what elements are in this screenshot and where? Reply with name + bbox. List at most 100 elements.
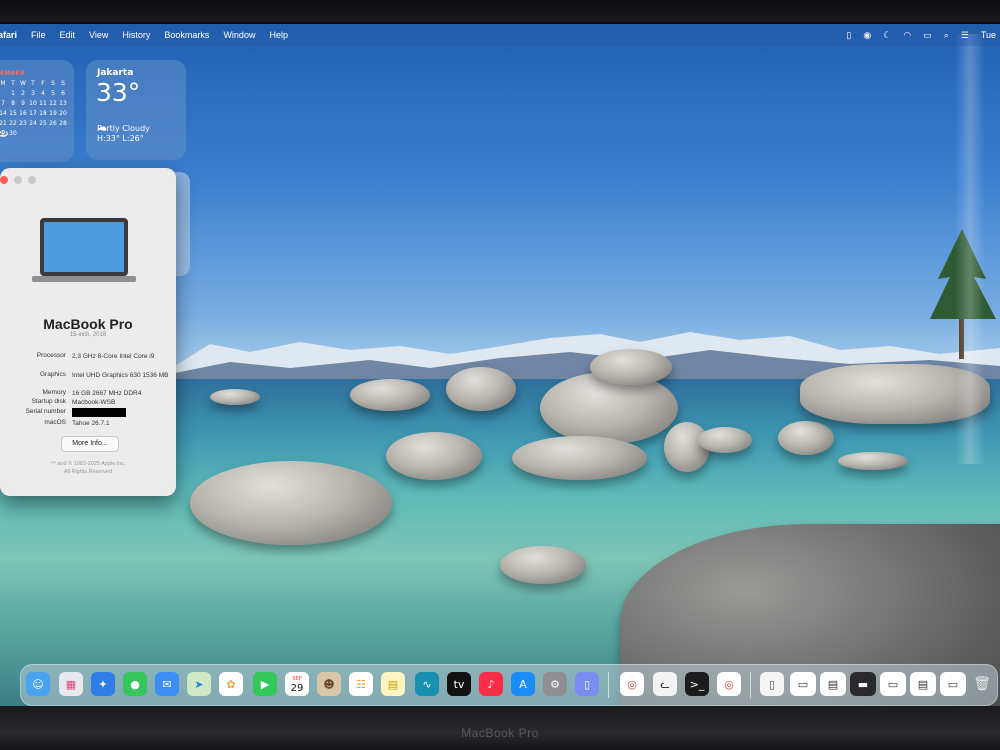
battery-icon[interactable]: ▭ <box>923 30 932 41</box>
document-thumbnail-icon[interactable]: ▯ <box>760 672 784 696</box>
desktop-screen: afari File Edit View History Bookmarks W… <box>0 24 1000 706</box>
moon-icon[interactable]: ☾ <box>883 30 891 41</box>
menu-history[interactable]: History <box>122 30 150 40</box>
record-icon[interactable]: ◉ <box>863 30 871 41</box>
control-center-icon[interactable]: ☰ <box>961 30 969 41</box>
search-icon[interactable]: ⌕ <box>944 30 949 41</box>
weather-high-low: H:33° L:26° <box>97 134 144 143</box>
calendar-day: 9 <box>21 100 25 107</box>
weather-condition: Partly Cloudy <box>97 124 150 133</box>
trash-icon[interactable]: 🗑 <box>970 672 994 696</box>
contacts-icon[interactable]: ☻ <box>317 672 341 696</box>
zoom-button[interactable] <box>28 176 36 184</box>
mail-icon[interactable]: ✉ <box>155 672 179 696</box>
close-button[interactable] <box>0 176 8 184</box>
spec-value: Tahoe 26.7.1 <box>72 420 110 427</box>
calendar-day: 26 <box>49 120 57 127</box>
menu-view[interactable]: View <box>89 30 108 40</box>
window-thumbnail-icon[interactable]: ▭ <box>790 672 816 696</box>
system-settings-icon[interactable]: ⚙ <box>543 672 567 696</box>
wallpaper-rock <box>446 367 516 411</box>
cat-app-icon[interactable]: ᓚ <box>653 672 677 696</box>
window-thumbnail-icon[interactable]: ▤ <box>910 672 936 696</box>
app-store-icon[interactable]: A <box>511 672 535 696</box>
status-menus: ▯ ◉ ☾ ◠ ▭ ⌕ ☰ Tue <box>846 24 996 46</box>
calendar-day: 7 <box>1 100 5 107</box>
minimize-button[interactable] <box>14 176 22 184</box>
maps-icon[interactable]: ➤ <box>187 672 211 696</box>
copyright-text: ™ and © 1983-2025 Apple Inc. All Rights … <box>0 460 176 476</box>
partly-cloudy-icon: ☁ <box>97 122 107 133</box>
dock-separator <box>608 672 609 698</box>
menu-bar: afari File Edit View History Bookmarks W… <box>0 24 1000 46</box>
weather-widget[interactable]: Jakarta 33° ☁ Partly Cloudy H:33° L:26° <box>86 60 186 160</box>
calendar-month: EMBER <box>0 70 25 77</box>
wifi-icon[interactable]: ◠ <box>903 30 911 41</box>
terminal-icon[interactable]: >_ <box>685 672 709 696</box>
reminders-icon[interactable]: ☷ <box>349 672 373 696</box>
menu-window[interactable]: Window <box>223 30 255 40</box>
spec-key: Graphics <box>39 371 66 378</box>
calendar-day: 17 <box>29 110 37 117</box>
music-icon[interactable]: ♪ <box>479 672 503 696</box>
window-thumbnail-icon[interactable]: ▬ <box>850 672 876 696</box>
calendar-grid: M T W T F S S 1 2 3 4 5 6 7 8 9 10 11 12… <box>0 80 74 137</box>
wallpaper-rock <box>190 461 392 545</box>
apple-tv-icon[interactable]: tv <box>447 672 471 696</box>
facetime-icon[interactable]: ▶ <box>253 672 277 696</box>
calendar-day: 2 <box>21 90 25 97</box>
spec-value: Macbook-WSB <box>72 399 116 406</box>
calendar-day: 25 <box>39 120 47 127</box>
wallpaper-rock <box>512 436 647 480</box>
messages-icon[interactable]: ● <box>123 672 147 696</box>
menu-file[interactable]: File <box>31 30 46 40</box>
wallpaper-rock <box>590 349 672 385</box>
wallpaper-rock <box>386 432 482 480</box>
chrome-icon[interactable]: ◎ <box>620 672 644 696</box>
wallpaper-rock <box>500 546 586 584</box>
calendar-day: 18 <box>39 110 47 117</box>
calendar-day: 4 <box>41 90 45 97</box>
calendar-day: 12 <box>49 100 57 107</box>
window-thumbnail-icon[interactable]: ▤ <box>820 672 846 696</box>
spec-key: Memory <box>42 389 66 396</box>
macbook-image <box>32 218 136 282</box>
calendar-app-icon[interactable]: SEP 29 <box>285 672 309 696</box>
spec-key: macOS <box>44 419 66 426</box>
iphone-mirroring-icon[interactable]: ▯ <box>575 672 599 696</box>
dock: ☺ ▦ ✦ ● ✉ ➤ ✿ ▶ SEP 29 ☻ ☷ ▤ ∿ tv ♪ A ⚙ … <box>20 664 998 706</box>
menu-edit[interactable]: Edit <box>60 30 76 40</box>
wallpaper-rock <box>778 421 834 455</box>
menu-bookmarks[interactable]: Bookmarks <box>164 30 209 40</box>
photos-icon[interactable]: ✿ <box>219 672 243 696</box>
more-info-button[interactable]: More Info... <box>61 436 119 452</box>
wallpaper-rock <box>698 427 752 453</box>
calendar-day: 11 <box>39 100 47 107</box>
safari-icon[interactable]: ✦ <box>91 672 115 696</box>
notes-icon[interactable]: ▤ <box>381 672 405 696</box>
menu-help[interactable]: Help <box>269 30 288 40</box>
calendar-widget[interactable]: EMBER M T W T F S S 1 2 3 4 5 6 7 8 9 10… <box>0 60 74 162</box>
weather-temperature: 33° <box>96 78 141 107</box>
about-this-mac-window: MacBook Pro 15-inch, 2018 Processor 2,3 … <box>0 168 176 496</box>
launchpad-icon[interactable]: ▦ <box>59 672 83 696</box>
calendar-day: 15 <box>9 110 17 117</box>
wallpaper-rock <box>210 389 260 405</box>
chrome-profile-icon[interactable]: ◎ <box>717 672 741 696</box>
window-thumbnail-icon[interactable]: ▭ <box>940 672 966 696</box>
window-thumbnail-icon[interactable]: ▭ <box>880 672 906 696</box>
calendar-day: 14 <box>0 110 7 117</box>
app-menu[interactable]: afari <box>0 30 17 40</box>
document-icon[interactable]: ▯ <box>846 30 851 41</box>
calendar-app-day: 29 <box>290 683 304 694</box>
menu-clock[interactable]: Tue <box>981 30 996 40</box>
calendar-today: 29 <box>0 130 8 137</box>
calendar-day: 5 <box>51 90 55 97</box>
model-year: 15-inch, 2018 <box>69 332 107 338</box>
finder-icon[interactable]: ☺ <box>26 672 50 696</box>
freeform-icon[interactable]: ∿ <box>415 672 439 696</box>
calendar-day: 6 <box>61 90 65 97</box>
calendar-day: 13 <box>59 100 67 107</box>
calendar-day: 30 <box>9 130 17 137</box>
calendar-day <box>0 90 8 97</box>
